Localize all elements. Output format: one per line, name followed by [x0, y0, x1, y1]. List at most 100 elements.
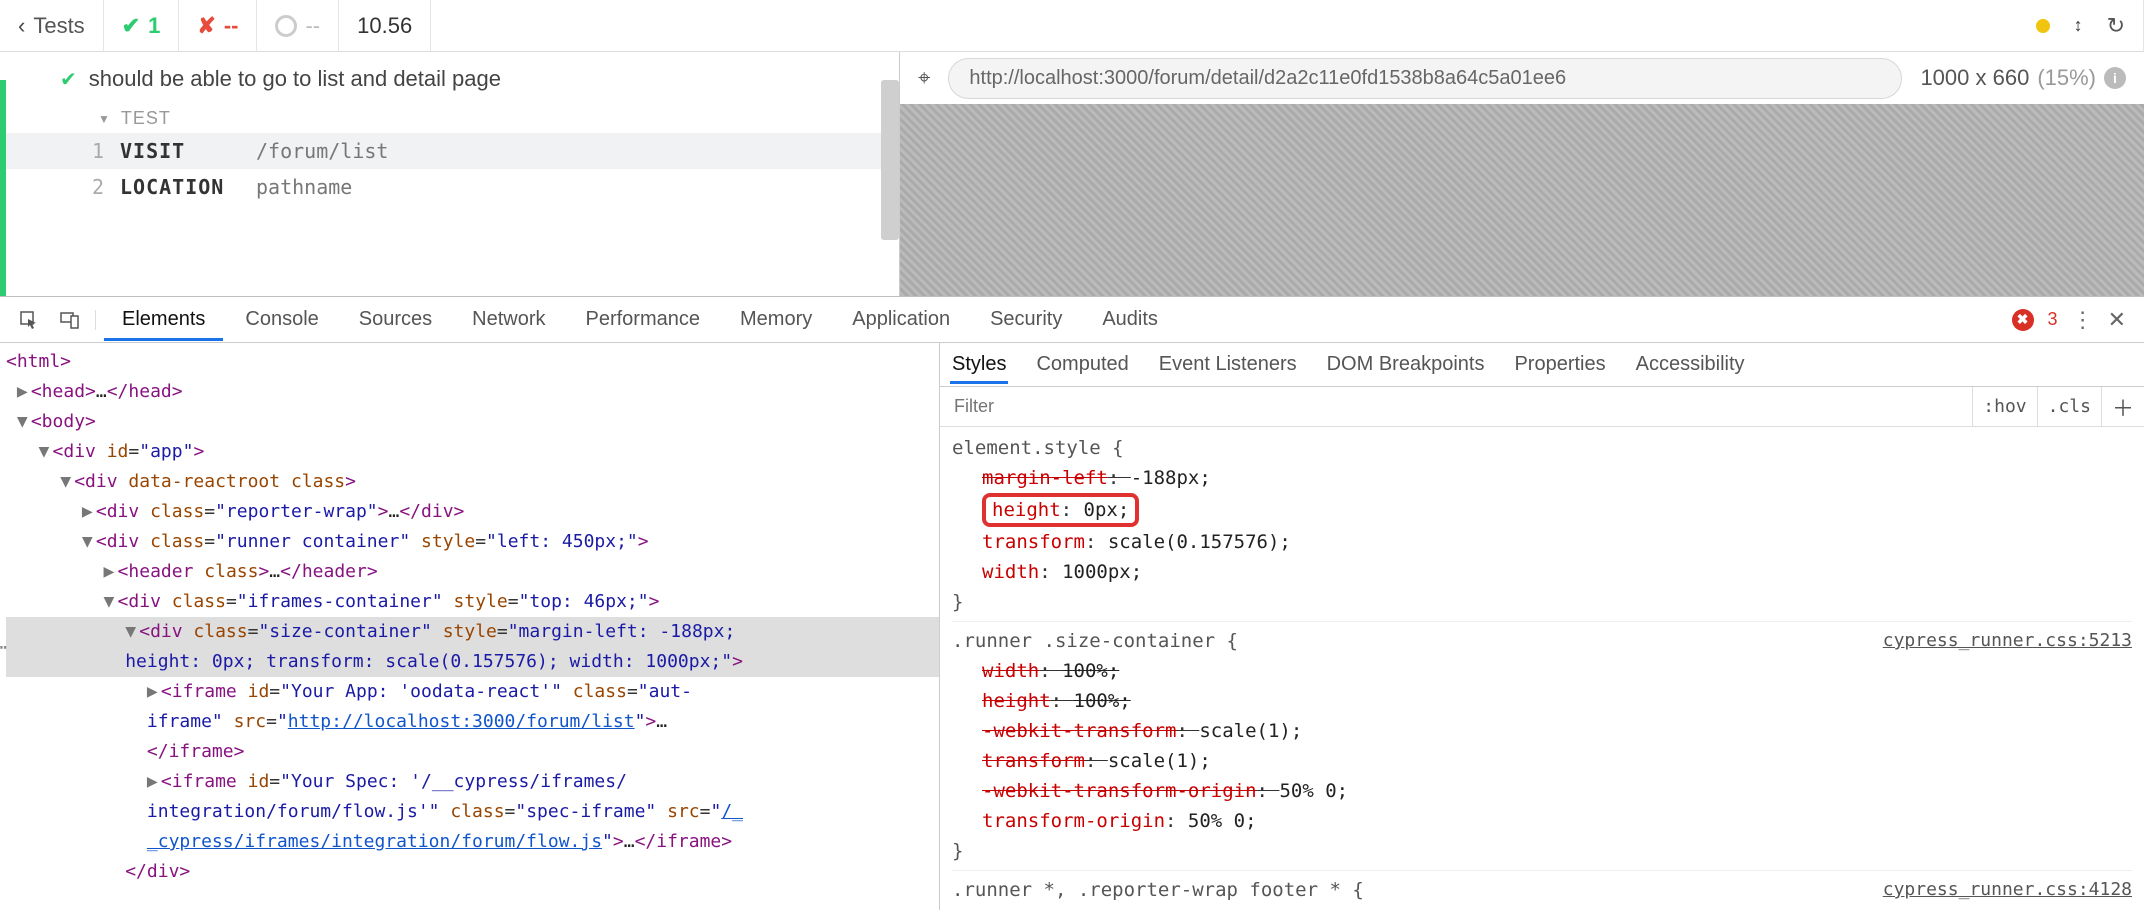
dom-attr: style [454, 591, 508, 612]
inspect-icon[interactable] [8, 310, 50, 330]
runner-controls: ↕ ↻ [431, 0, 2144, 51]
css-val[interactable]: 50% 0; [1188, 810, 1257, 832]
dom-attr: class [291, 471, 345, 492]
dom-tree[interactable]: <html> ▶<head>…</head> ▼<body> ▼<div id=… [0, 343, 940, 910]
css-val[interactable]: scale(0.157576); [1108, 531, 1291, 553]
css-prop[interactable]: -webkit-transform [982, 720, 1176, 742]
duration: 10.56 [339, 0, 431, 51]
css-val[interactable]: 0px; [1084, 499, 1130, 521]
tab-styles[interactable]: Styles [950, 345, 1008, 384]
passed-count: ✔ 1 [104, 0, 180, 51]
css-val[interactable]: 50% 0; [1279, 780, 1348, 802]
command-name: LOCATION [120, 175, 240, 199]
css-val[interactable]: 100%; [1062, 660, 1119, 682]
test-title-row[interactable]: ✔ should be able to go to list and detai… [0, 52, 899, 92]
resize-icon[interactable]: ↕ [2074, 15, 2083, 36]
ellipsis: … [269, 561, 280, 582]
x-icon: ✘ [197, 13, 215, 39]
source-link[interactable]: cypress_runner.css:5213 [1883, 626, 2132, 656]
kebab-menu-icon[interactable]: ⋮ [2072, 307, 2094, 333]
rule-size-container[interactable]: cypress_runner.css:5213 .runner .size-co… [952, 626, 2132, 871]
reload-icon[interactable]: ↻ [2107, 13, 2125, 39]
dom-attr: class [172, 591, 226, 612]
close-devtools-icon[interactable]: ✕ [2108, 307, 2126, 333]
viewport-info[interactable]: 1000 x 660 (15%) i [1920, 65, 2126, 91]
source-link[interactable]: cypress_runner.css:4128 [1883, 875, 2132, 905]
dom-tag: div [128, 591, 161, 612]
dom-attr: style [443, 621, 497, 642]
dom-link[interactable]: _cypress/iframes/integration/forum/flow.… [147, 831, 602, 852]
tab-application[interactable]: Application [834, 298, 968, 341]
css-val[interactable]: 100%; [1074, 690, 1131, 712]
css-prop[interactable]: width [982, 660, 1039, 682]
hov-toggle[interactable]: :hov [1972, 387, 2036, 426]
command-row[interactable]: 1 VISIT /forum/list [0, 133, 899, 169]
tab-event-listeners[interactable]: Event Listeners [1157, 345, 1299, 384]
dom-tag: div [150, 621, 183, 642]
ellipsis: … [656, 711, 667, 732]
dom-val: "spec-iframe" [515, 801, 656, 822]
tab-accessibility[interactable]: Accessibility [1634, 345, 1747, 384]
dom-node[interactable]: <html> [6, 351, 71, 372]
dom-tag: div [85, 471, 118, 492]
dom-link[interactable]: /_ [721, 801, 743, 822]
css-prop[interactable]: height [982, 690, 1051, 712]
failed-count: ✘ -- [179, 0, 257, 51]
tab-properties[interactable]: Properties [1512, 345, 1607, 384]
url-bar[interactable]: http://localhost:3000/forum/detail/d2a2c… [948, 58, 1902, 99]
tab-memory[interactable]: Memory [722, 298, 830, 341]
tab-security[interactable]: Security [972, 298, 1080, 341]
dom-node[interactable]: <body> [31, 411, 96, 432]
tab-computed[interactable]: Computed [1034, 345, 1130, 384]
css-prop[interactable]: transform [982, 531, 1085, 553]
css-val[interactable]: scale(1); [1108, 750, 1211, 772]
command-arg: /forum/list [256, 139, 388, 163]
css-val[interactable]: -188px; [1131, 467, 1211, 489]
chevron-left-icon: ‹ [18, 13, 25, 39]
cls-toggle[interactable]: .cls [2037, 387, 2101, 426]
pass-number: 1 [148, 13, 160, 39]
breadcrumb-dots-icon: ⋯ [0, 633, 9, 663]
styles-filter-input[interactable] [940, 388, 1972, 425]
dom-end: </header> [280, 561, 378, 582]
back-to-tests[interactable]: ‹ Tests [0, 0, 104, 51]
ellipsis: … [389, 501, 400, 522]
check-icon: ✔ [122, 13, 140, 39]
css-prop[interactable]: width [982, 561, 1039, 583]
command-row[interactable]: 2 LOCATION pathname [0, 169, 899, 205]
test-section[interactable]: ▼ TEST [0, 92, 899, 133]
css-prop[interactable]: margin-left [982, 467, 1108, 489]
tab-elements[interactable]: Elements [104, 298, 223, 341]
css-prop[interactable]: -webkit-transform-origin [982, 780, 1257, 802]
tab-sources[interactable]: Sources [341, 298, 450, 341]
dom-val: "reporter-wrap" [215, 501, 378, 522]
scrollbar[interactable] [881, 80, 899, 240]
css-prop[interactable]: transform [982, 750, 1085, 772]
tab-performance[interactable]: Performance [568, 298, 719, 341]
css-val[interactable]: scale(1); [1199, 720, 1302, 742]
new-style-rule-icon[interactable]: ＋ [2101, 387, 2144, 426]
dom-attr: data-reactroot [128, 471, 280, 492]
viewport-size: 1000 x 660 [1920, 65, 2029, 91]
device-toolbar-icon[interactable] [54, 310, 96, 330]
info-icon[interactable]: i [2104, 67, 2126, 89]
selector: element.style { [952, 437, 1124, 459]
css-prop[interactable]: height [992, 499, 1061, 521]
css-val[interactable]: 1000px; [1062, 561, 1142, 583]
styles-filter-row: :hov .cls ＋ [940, 387, 2144, 427]
tab-dom-breakpoints[interactable]: DOM Breakpoints [1325, 345, 1487, 384]
tab-audits[interactable]: Audits [1084, 298, 1176, 341]
selector-playground-icon[interactable]: ⌖ [918, 65, 930, 91]
rule-element-style[interactable]: element.style { margin-left: -188px; hei… [952, 433, 2132, 622]
tab-network[interactable]: Network [454, 298, 563, 341]
error-badge-icon[interactable]: ✖ [2012, 309, 2034, 331]
dom-val: iframe" [147, 711, 223, 732]
spinner-icon [275, 15, 297, 37]
css-prop[interactable]: transform-origin [982, 810, 1165, 832]
rule-runner-star[interactable]: cypress_runner.css:4128 .runner *, .repo… [952, 875, 2132, 909]
tab-console[interactable]: Console [227, 298, 336, 341]
dom-node[interactable]: <head> [31, 381, 96, 402]
dom-link[interactable]: http://localhost:3000/forum/list [288, 711, 635, 732]
style-rules[interactable]: element.style { margin-left: -188px; hei… [940, 427, 2144, 910]
dom-attr: class [150, 501, 204, 522]
